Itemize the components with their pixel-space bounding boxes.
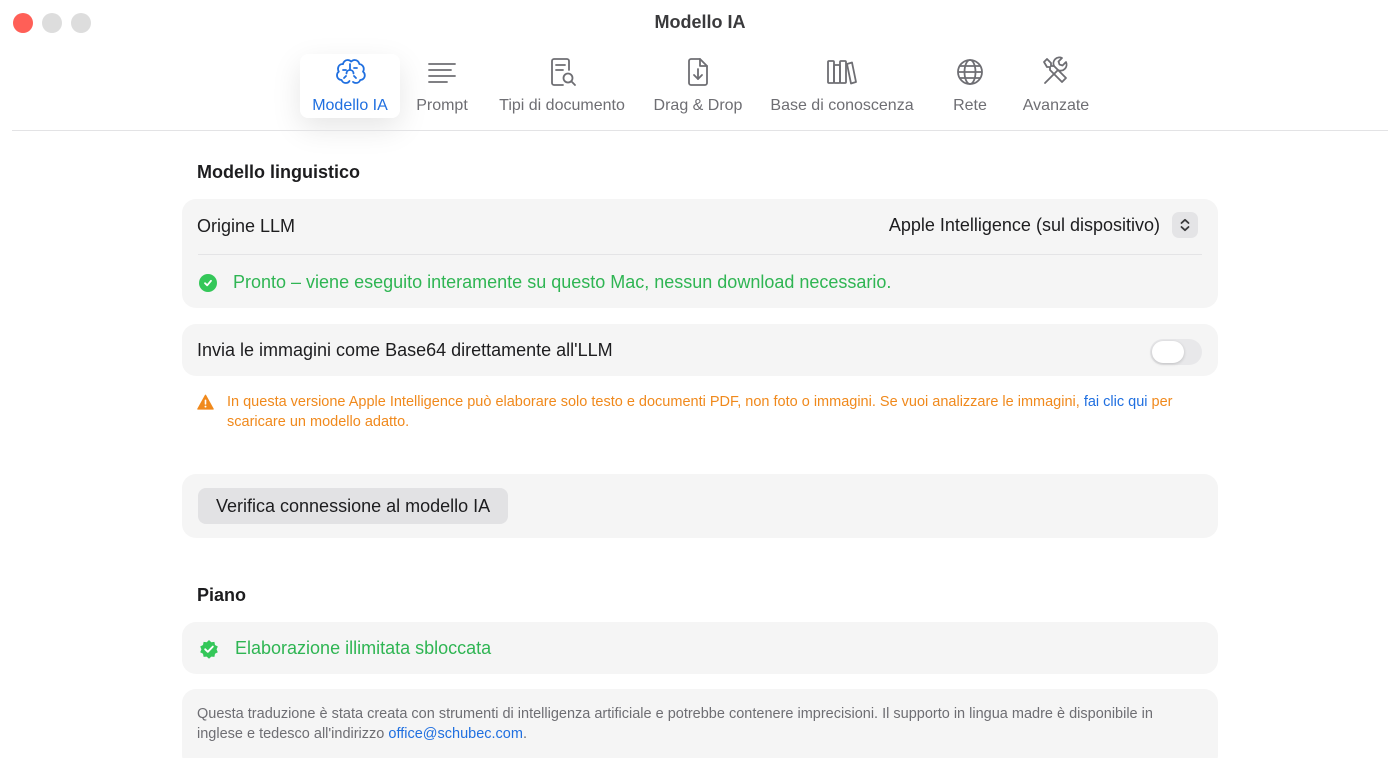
translation-note-end: . (522, 726, 527, 742)
llm-origin-label: Origine LLM (197, 216, 296, 236)
tab-label: Prompt (416, 97, 468, 114)
plan-status: Elaborazione illimitata sbloccata (199, 638, 491, 659)
support-email-link[interactable]: office@schubec.com (388, 726, 523, 742)
brain-icon (336, 59, 366, 84)
tab-label: Base di conoscenza (770, 97, 914, 114)
row-divider (198, 254, 1202, 255)
base64-label: Invia le immagini come Base64 direttamen… (197, 340, 613, 360)
section-title-plan: Piano (197, 585, 247, 605)
tab-drag-and-drop[interactable]: Drag & Drop (646, 54, 750, 118)
base64-card: Invia le immagini come Base64 direttamen… (182, 324, 1218, 376)
settings-window: Modello IA Modello IA Prompt Tipi di doc… (0, 0, 1400, 758)
document-download-icon (688, 58, 708, 86)
image-support-warning: In questa versione Apple Intelligence pu… (197, 392, 1197, 432)
tab-base-di-conoscenza[interactable]: Base di conoscenza (760, 54, 924, 118)
llm-origin-card: Origine LLM Apple Intelligence (sul disp… (182, 199, 1218, 308)
verify-connection-card: Verifica connessione al modello IA (182, 474, 1218, 538)
tab-rete[interactable]: Rete (944, 54, 996, 118)
download-model-link[interactable]: fai clic qui (1084, 394, 1148, 410)
preferences-toolbar: Modello IA Prompt Tipi di documento Drag… (0, 50, 1400, 120)
tools-icon (1043, 56, 1068, 84)
plan-status-text: Elaborazione illimitata sbloccata (235, 638, 492, 658)
warning-text-block: In questa versione Apple Intelligence pu… (227, 392, 1197, 432)
base64-toggle[interactable] (1150, 339, 1202, 365)
chevron-up-down-icon (1172, 212, 1198, 238)
translation-note: Questa traduzione è stata creata con str… (197, 704, 1197, 744)
toggle-knob (1152, 341, 1184, 363)
plan-card: Elaborazione illimitata sbloccata (182, 622, 1218, 674)
toolbar-divider (12, 130, 1388, 131)
globe-icon (957, 59, 983, 85)
verified-badge-icon (200, 639, 218, 659)
window-title: Modello IA (654, 12, 746, 32)
tab-prompt[interactable]: Prompt (408, 54, 476, 118)
tab-tipi-di-documento[interactable]: Tipi di documento (488, 54, 636, 118)
llm-origin-value: Apple Intelligence (sul dispositivo) (888, 214, 1160, 235)
verify-connection-button[interactable]: Verifica connessione al modello IA (198, 488, 509, 524)
books-icon (827, 60, 857, 85)
tab-label: Modello IA (312, 97, 388, 114)
tab-modello-ia[interactable]: Modello IA (300, 54, 400, 118)
llm-origin-popup[interactable]: Apple Intelligence (sul dispositivo) (889, 212, 1198, 238)
tab-label: Avanzate (1022, 97, 1090, 114)
checkmark-circle-icon (199, 273, 217, 292)
tab-label: Rete (953, 97, 987, 114)
text-lines-icon (428, 63, 456, 83)
section-title-language-model: Modello linguistico (197, 162, 360, 182)
warning-text: In questa versione Apple Intelligence pu… (227, 394, 1080, 410)
llm-ready-status: Pronto – viene eseguito interamente su q… (199, 272, 891, 293)
warning-triangle-icon (197, 394, 214, 410)
translation-note-text: Questa traduzione è stata creata con str… (197, 706, 1153, 742)
tab-label: Tipi di documento (499, 97, 625, 114)
document-search-icon (551, 58, 576, 86)
llm-ready-text: Pronto – viene eseguito interamente su q… (233, 272, 892, 292)
tab-label: Drag & Drop (653, 97, 743, 114)
tab-avanzate[interactable]: Avanzate (1016, 54, 1096, 118)
